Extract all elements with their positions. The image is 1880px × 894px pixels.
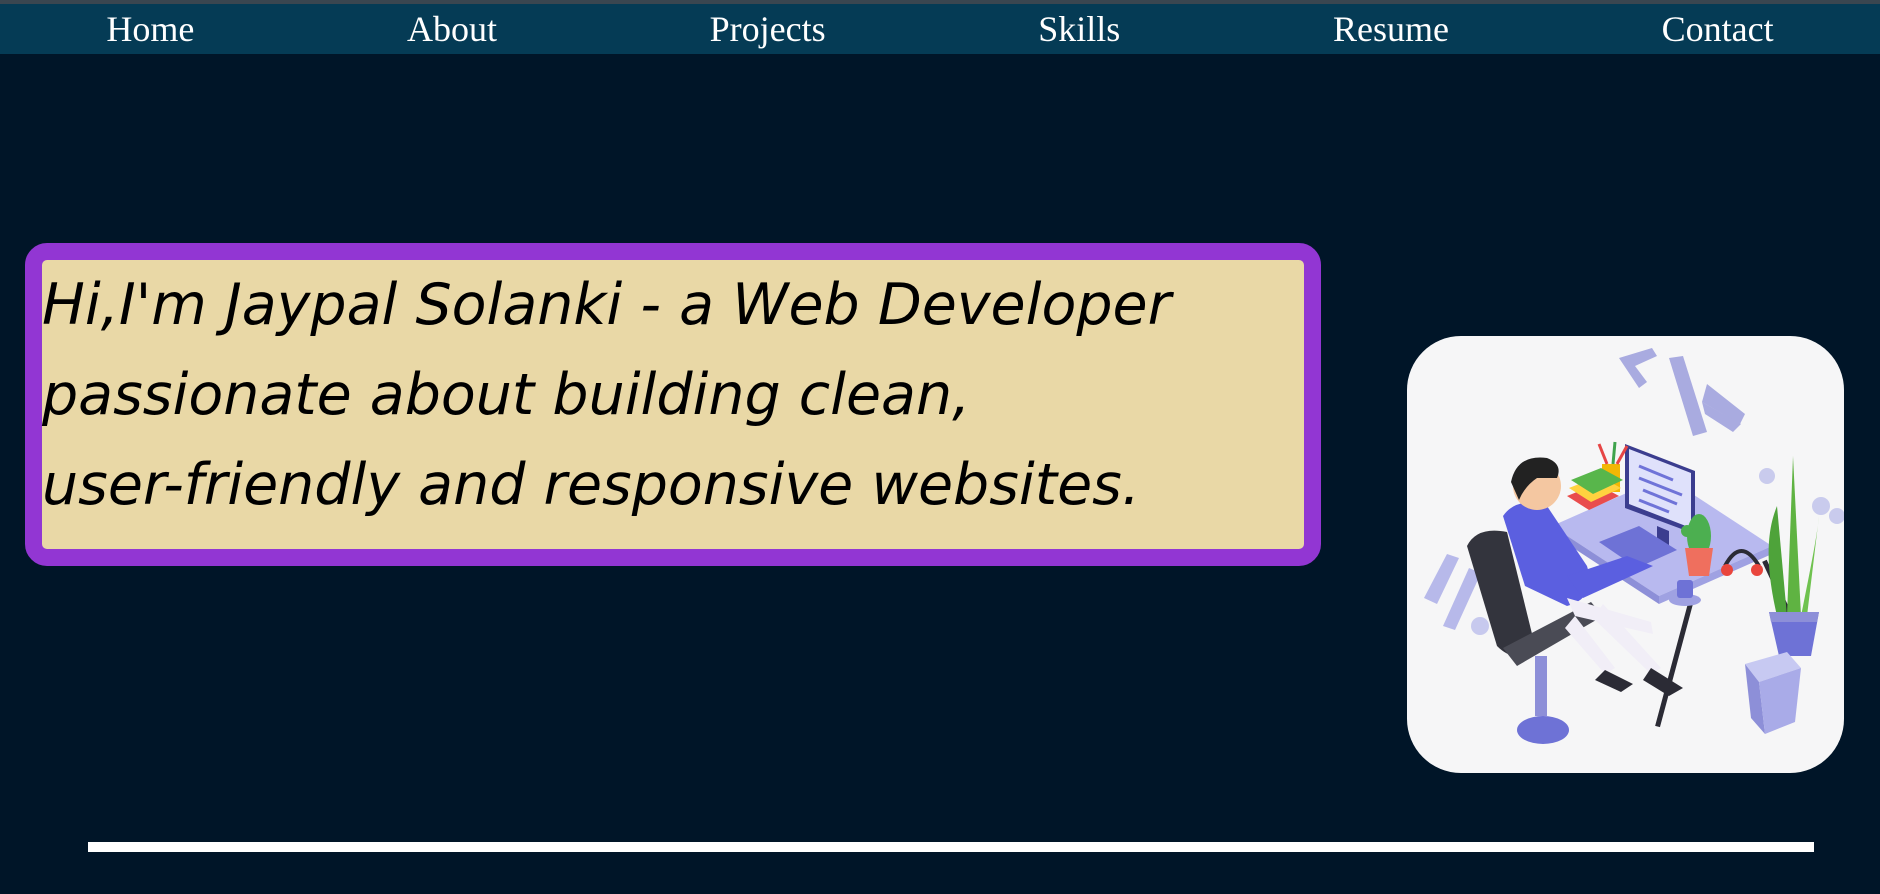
decor-dots-icon bbox=[1759, 468, 1844, 524]
hero-intro-text: Hi,I'm Jaypal Solanki - a Web Developer … bbox=[42, 260, 1304, 530]
section-divider bbox=[88, 842, 1814, 852]
trash-bin-icon bbox=[1745, 652, 1801, 734]
hero-line-3: user-friendly and responsive websites. bbox=[42, 452, 1141, 518]
hero-line-1: Hi,I'm Jaypal Solanki - a Web Developer bbox=[42, 272, 1172, 338]
developer-illustration-card bbox=[1407, 336, 1844, 773]
nav-link-projects[interactable]: Projects bbox=[710, 11, 826, 47]
hero-line-2: passionate about building clean, bbox=[42, 362, 971, 428]
nav-link-skills[interactable]: Skills bbox=[1038, 11, 1120, 47]
top-navbar: Home About Projects Skills Resume Contac… bbox=[0, 4, 1880, 54]
nav-link-about[interactable]: About bbox=[407, 11, 497, 47]
nav-link-resume[interactable]: Resume bbox=[1333, 11, 1449, 47]
nav-link-home[interactable]: Home bbox=[106, 11, 194, 47]
plant-icon bbox=[1768, 456, 1819, 656]
hero-intro-box: Hi,I'm Jaypal Solanki - a Web Developer … bbox=[25, 243, 1321, 566]
code-symbol-icon bbox=[1619, 348, 1745, 436]
nav-link-contact[interactable]: Contact bbox=[1662, 11, 1774, 47]
developer-at-desk-illustration-icon bbox=[1424, 348, 1844, 744]
